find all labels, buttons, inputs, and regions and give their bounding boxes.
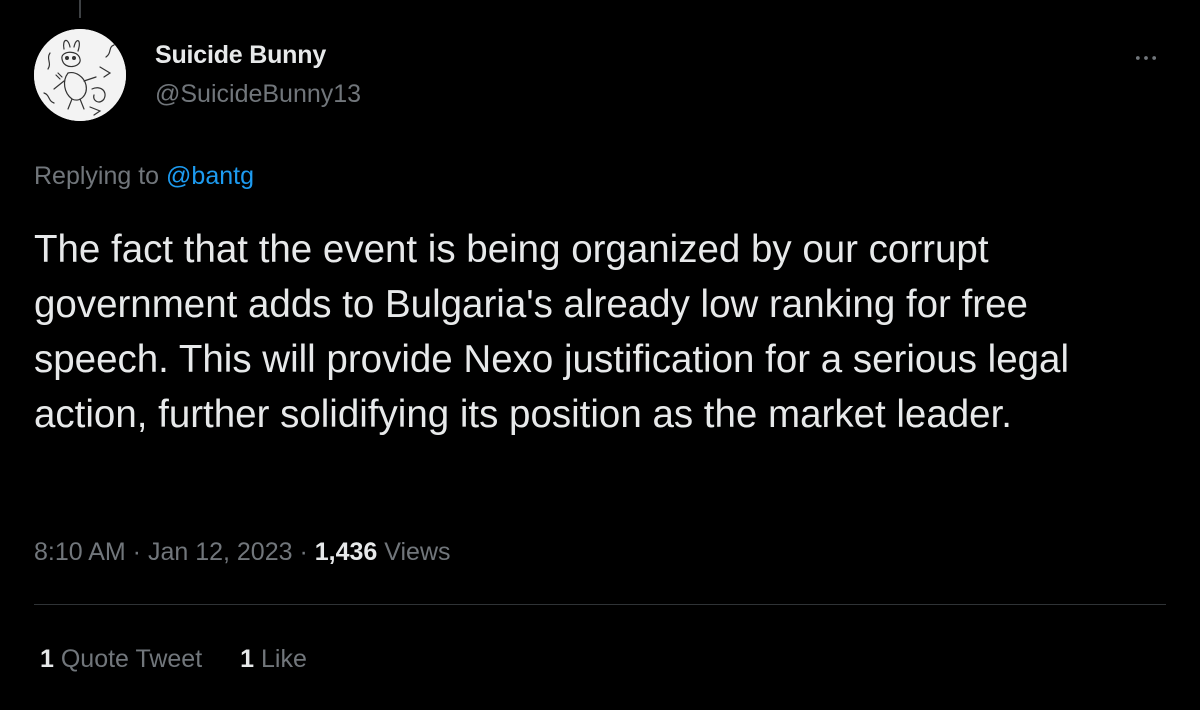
quote-tweet-count: 1	[40, 645, 54, 673]
bunny-sketch-avatar-icon	[34, 29, 126, 121]
like-label: Like	[254, 645, 307, 673]
quote-tweets-stat[interactable]: 1 Quote Tweet	[40, 643, 202, 675]
reply-mention-link[interactable]: @bantg	[166, 162, 254, 190]
more-options-button[interactable]	[1126, 38, 1166, 78]
author-handle[interactable]: @SuicideBunny13	[155, 79, 361, 109]
likes-stat[interactable]: 1 Like	[240, 643, 307, 675]
views-label: Views	[377, 538, 451, 566]
tweet-text: The fact that the event is being organiz…	[34, 228, 1070, 436]
engagement-stats: 1 Quote Tweet 1 Like	[40, 643, 307, 675]
meta-separator: ·	[125, 538, 148, 566]
views-count: 1,436	[314, 538, 378, 566]
divider	[34, 604, 1166, 605]
meta-separator: ·	[292, 538, 315, 566]
tweet-metadata: 8:10 AM · Jan 12, 2023 · 1,436 Views	[34, 536, 451, 568]
tweet-time[interactable]: 8:10 AM	[34, 538, 126, 566]
more-horizontal-icon	[1135, 56, 1157, 60]
replying-to-label: Replying to	[34, 162, 160, 190]
avatar[interactable]	[34, 29, 126, 121]
replying-to-line: Replying to @bantg	[34, 160, 254, 192]
author-display-name[interactable]: Suicide Bunny	[155, 40, 326, 70]
quote-tweet-label: Quote Tweet	[53, 645, 203, 673]
tweet-date[interactable]: Jan 12, 2023	[148, 538, 293, 566]
thread-connector-line	[79, 0, 81, 18]
like-count: 1	[240, 645, 255, 673]
